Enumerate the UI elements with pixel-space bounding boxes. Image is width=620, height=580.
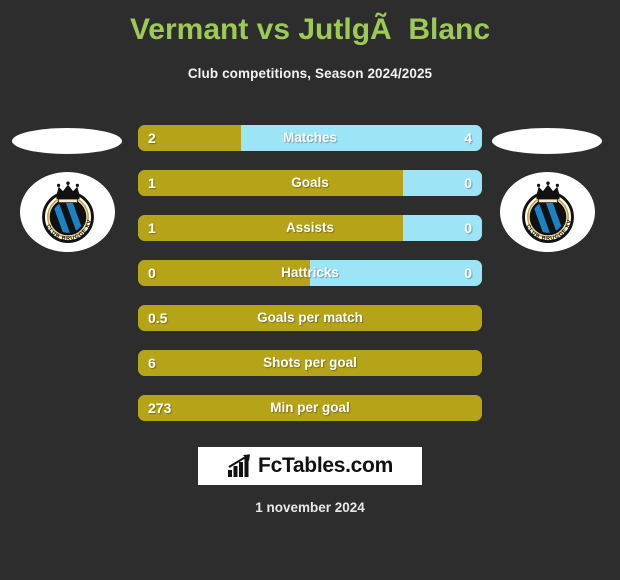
badge-ellipse-decoration bbox=[12, 128, 122, 154]
stat-value-away: 4 bbox=[464, 130, 472, 146]
fctables-logo-text: FcTables.com bbox=[258, 454, 393, 477]
page-title: Vermant vs JutlgÃ Blanc bbox=[129, 13, 491, 46]
stat-row: Goals 1 0 bbox=[138, 170, 482, 196]
stat-row: Goals per match 0.5 bbox=[138, 305, 482, 331]
stat-label: Matches bbox=[282, 130, 338, 145]
stat-value-away: 0 bbox=[464, 220, 472, 236]
away-crest-container: CLUB BRUGGE KV bbox=[500, 172, 595, 252]
stat-label: Assists bbox=[285, 220, 335, 235]
club-brugge-crest-icon: CLUB BRUGGE KV bbox=[521, 181, 574, 243]
stat-value-home: 0 bbox=[148, 265, 156, 281]
stat-label: Hattricks bbox=[281, 265, 339, 280]
stat-value-away: 0 bbox=[464, 175, 472, 191]
stat-label: Goals per match bbox=[257, 310, 363, 325]
crown-icon bbox=[55, 181, 80, 203]
stat-label: Min per goal bbox=[270, 400, 350, 415]
bar-chart-arrow-icon bbox=[228, 454, 251, 477]
stat-value-home: 1 bbox=[148, 175, 156, 191]
stat-row: Hattricks 0 0 bbox=[138, 260, 482, 286]
stat-value-home: 6 bbox=[148, 355, 156, 371]
stat-rows: Matches 2 4 Goals 1 0 Assists 1 0 Hattricks 0 0 Goal… bbox=[138, 125, 482, 440]
stat-label: Goals bbox=[291, 175, 329, 190]
stat-value-home: 273 bbox=[148, 400, 172, 416]
stats-comparison-graphic: Vermant vs JutlgÃ Blanc Club competition… bbox=[0, 0, 620, 580]
stat-row: Assists 1 0 bbox=[138, 215, 482, 241]
stat-label: Shots per goal bbox=[263, 355, 357, 370]
date-label: 1 november 2024 bbox=[255, 500, 365, 515]
stat-row: Matches 2 4 bbox=[138, 125, 482, 151]
stat-value-home: 1 bbox=[148, 220, 156, 236]
stat-row: Shots per goal 6 bbox=[138, 350, 482, 376]
stat-value-home: 0.5 bbox=[148, 310, 168, 326]
home-team-badge: CLUB BRUGGE KV bbox=[0, 120, 140, 265]
away-team-badge: CLUB BRUGGE KV bbox=[480, 120, 620, 265]
crown-icon bbox=[535, 181, 560, 203]
stat-row: Min per goal 273 bbox=[138, 395, 482, 421]
fctables-logo[interactable]: FcTables.com bbox=[198, 447, 422, 485]
page-subtitle: Club competitions, Season 2024/2025 bbox=[187, 66, 433, 81]
stat-value-away: 0 bbox=[464, 265, 472, 281]
club-brugge-crest-icon: CLUB BRUGGE KV bbox=[41, 181, 94, 243]
stat-value-home: 2 bbox=[148, 130, 156, 146]
home-crest-container: CLUB BRUGGE KV bbox=[20, 172, 115, 252]
badge-ellipse-decoration bbox=[492, 128, 602, 154]
